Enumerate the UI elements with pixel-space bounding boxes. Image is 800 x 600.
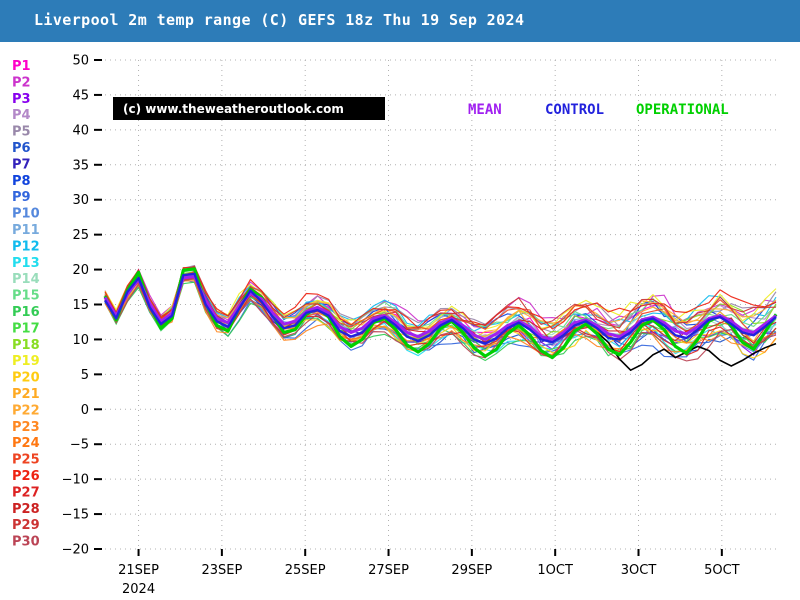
legend-item-mean[interactable]: MEAN xyxy=(468,102,502,118)
x-axis-tick-label: 25SEP xyxy=(285,563,326,578)
page-title: Liverpool 2m temp range (C) GEFS 18z Thu… xyxy=(34,11,525,29)
member-key-p2[interactable]: P2 xyxy=(12,75,31,90)
watermark-text: (c) www.theweatheroutlook.com xyxy=(123,102,344,116)
x-axis-tick-label: 29SEP xyxy=(451,563,492,578)
legend-item-control[interactable]: CONTROL xyxy=(545,102,604,118)
member-key-p7[interactable]: P7 xyxy=(12,157,31,172)
x-axis-year-label: 2024 xyxy=(122,582,155,597)
y-axis-tick-label: −10 xyxy=(62,473,89,488)
x-axis-tick-label: 21SEP xyxy=(118,563,159,578)
member-key-p8[interactable]: P8 xyxy=(12,174,31,189)
x-axis-tick-label: 5OCT xyxy=(704,563,740,578)
member-key-p15[interactable]: P15 xyxy=(12,289,40,304)
y-axis-tick-label: −20 xyxy=(62,543,89,558)
legend-item-operational[interactable]: OPERATIONAL xyxy=(636,102,729,118)
x-axis-tick-label: 3OCT xyxy=(621,563,657,578)
member-key-p9[interactable]: P9 xyxy=(12,190,31,205)
y-axis-tick-label: 10 xyxy=(72,333,89,348)
member-key-p16[interactable]: P16 xyxy=(12,305,40,320)
y-axis-tick-label: −5 xyxy=(70,438,89,453)
y-axis-tick-label: 5 xyxy=(81,368,89,383)
member-key-p25[interactable]: P25 xyxy=(12,453,40,468)
ensemble-temperature-chart: P1P2P3P4P5P6P7P8P9P10P11P12P13P14P15P16P… xyxy=(12,54,778,597)
member-key-p6[interactable]: P6 xyxy=(12,141,31,156)
member-key-p1[interactable]: P1 xyxy=(12,59,31,74)
member-key-p29[interactable]: P29 xyxy=(12,518,40,533)
member-key-p26[interactable]: P26 xyxy=(12,469,40,484)
y-axis: 50454035302520151050−5−10−15−20 xyxy=(62,54,102,558)
member-key-p30[interactable]: P30 xyxy=(12,535,40,550)
member-key-p13[interactable]: P13 xyxy=(12,256,40,271)
legend-top: MEAN CONTROL OPERATIONAL xyxy=(468,102,729,118)
y-axis-tick-label: 0 xyxy=(81,403,89,418)
member-key-p12[interactable]: P12 xyxy=(12,239,40,254)
member-key-p20[interactable]: P20 xyxy=(12,371,40,386)
member-key-p14[interactable]: P14 xyxy=(12,272,40,287)
y-axis-tick-label: 25 xyxy=(72,228,89,243)
member-key-p19[interactable]: P19 xyxy=(12,354,40,369)
member-key-p10[interactable]: P10 xyxy=(12,207,40,222)
y-axis-tick-label: 50 xyxy=(72,54,89,69)
member-key-p22[interactable]: P22 xyxy=(12,403,40,418)
y-axis-tick-label: −15 xyxy=(62,508,89,523)
member-key-p21[interactable]: P21 xyxy=(12,387,40,402)
member-key-p4[interactable]: P4 xyxy=(12,108,31,123)
x-axis-tick-label: 1OCT xyxy=(537,563,573,578)
member-key-p11[interactable]: P11 xyxy=(12,223,40,238)
y-axis-tick-label: 20 xyxy=(72,263,89,278)
y-axis-tick-label: 35 xyxy=(72,158,89,173)
x-axis-tick-label: 27SEP xyxy=(368,563,409,578)
header-bar: Liverpool 2m temp range (C) GEFS 18z Thu… xyxy=(0,0,800,42)
member-key-p27[interactable]: P27 xyxy=(12,485,40,500)
member-key-p24[interactable]: P24 xyxy=(12,436,40,451)
y-axis-tick-label: 30 xyxy=(72,193,89,208)
x-axis: 21SEP 2024 23SEP 25SEP 27SEP 29SEP 1OCT 3OCT 5OC… xyxy=(118,549,740,597)
chart-container: P1 P2 P3 P4 P5 P6 P7 P8 P9 P10 P11 P12 P13 P14 P15 P16 P… xyxy=(0,42,800,600)
member-key-p23[interactable]: P23 xyxy=(12,420,40,435)
y-axis-tick-label: 40 xyxy=(72,123,89,138)
member-key-p3[interactable]: P3 xyxy=(12,92,31,107)
member-key-list: P1P2P3P4P5P6P7P8P9P10P11P12P13P14P15P16P… xyxy=(12,59,40,550)
watermark: (c) www.theweatheroutlook.com xyxy=(113,97,385,120)
member-key-p17[interactable]: P17 xyxy=(12,321,40,336)
y-axis-tick-label: 45 xyxy=(72,88,89,103)
x-axis-tick-label: 23SEP xyxy=(201,563,242,578)
member-key-p28[interactable]: P28 xyxy=(12,502,40,517)
y-axis-tick-label: 15 xyxy=(72,298,89,313)
member-key-p18[interactable]: P18 xyxy=(12,338,40,353)
member-key-p5[interactable]: P5 xyxy=(12,125,31,140)
